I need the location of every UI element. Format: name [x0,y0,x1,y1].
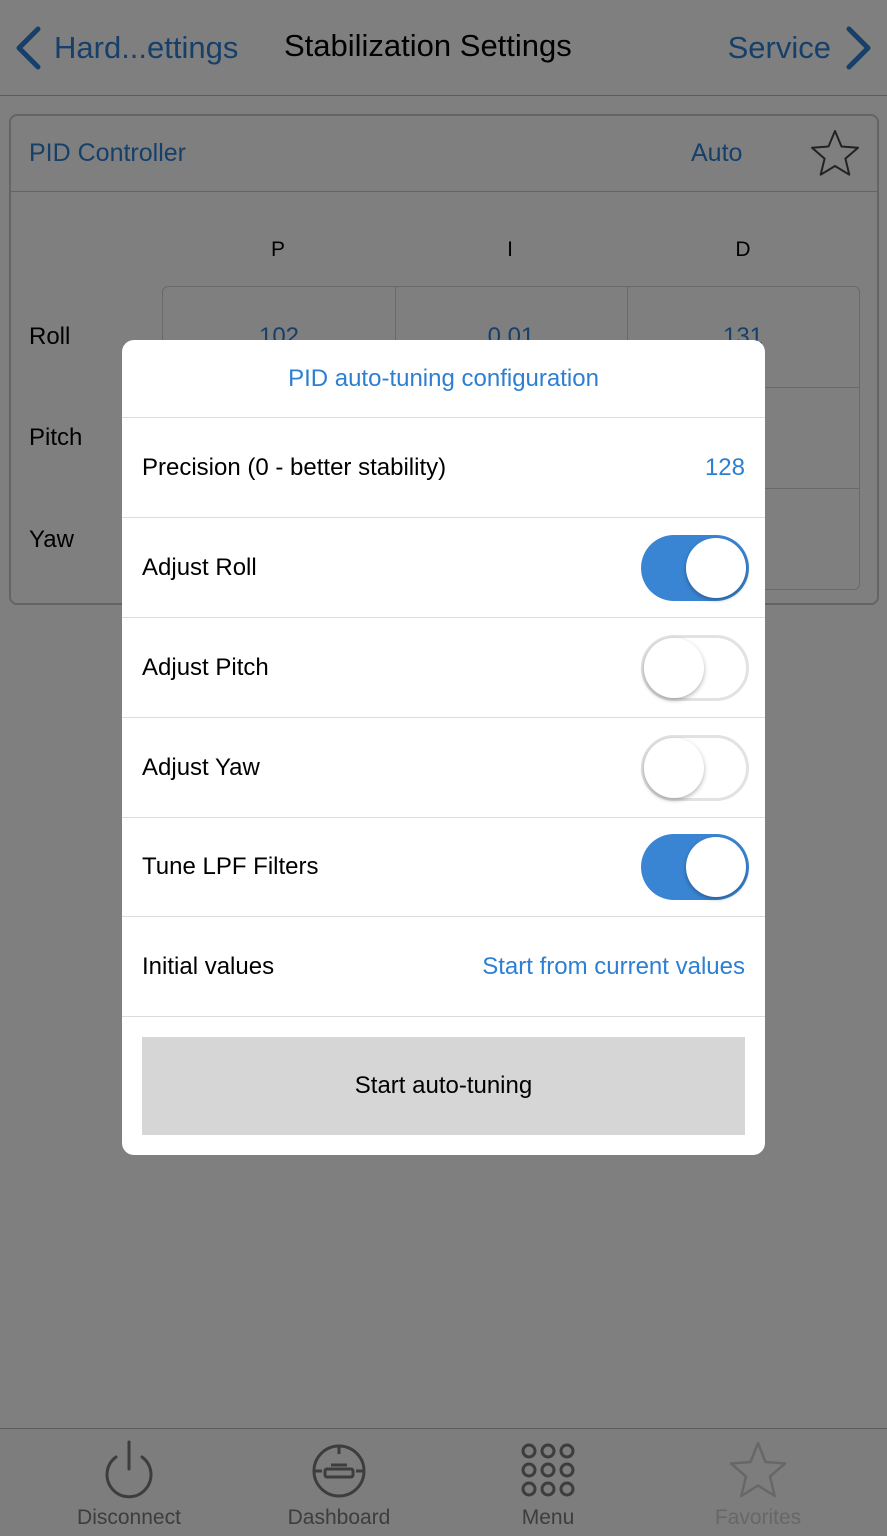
auto-tuning-dialog: PID auto-tuning configuration Precision … [122,340,765,1155]
toggle-knob [644,738,704,798]
adjust-pitch-row: Adjust Pitch [122,618,765,718]
tune-lpf-row: Tune LPF Filters [122,817,765,917]
adjust-roll-row: Adjust Roll [122,518,765,618]
initial-values-selector[interactable]: Start from current values [482,917,745,1016]
adjust-yaw-row: Adjust Yaw [122,718,765,818]
toggle-knob [686,837,746,897]
dialog-title: PID auto-tuning configuration [122,340,765,418]
start-auto-tuning-button[interactable]: Start auto-tuning [142,1037,745,1135]
toggle-knob [644,638,704,698]
toggle-knob [686,538,746,598]
adjust-yaw-toggle[interactable] [641,735,749,801]
initial-values-row[interactable]: Initial values Start from current values [122,917,765,1017]
precision-value[interactable]: 128 [705,418,745,517]
tune-lpf-toggle[interactable] [641,834,749,900]
precision-label: Precision (0 - better stability) [142,454,447,481]
tune-lpf-label: Tune LPF Filters [142,853,319,880]
adjust-roll-label: Adjust Roll [142,554,257,581]
adjust-yaw-label: Adjust Yaw [142,754,260,781]
adjust-roll-toggle[interactable] [641,535,749,601]
precision-row[interactable]: Precision (0 - better stability) 128 [122,418,765,518]
adjust-pitch-toggle[interactable] [641,635,749,701]
initial-values-label: Initial values [142,953,275,980]
adjust-pitch-label: Adjust Pitch [142,654,269,681]
